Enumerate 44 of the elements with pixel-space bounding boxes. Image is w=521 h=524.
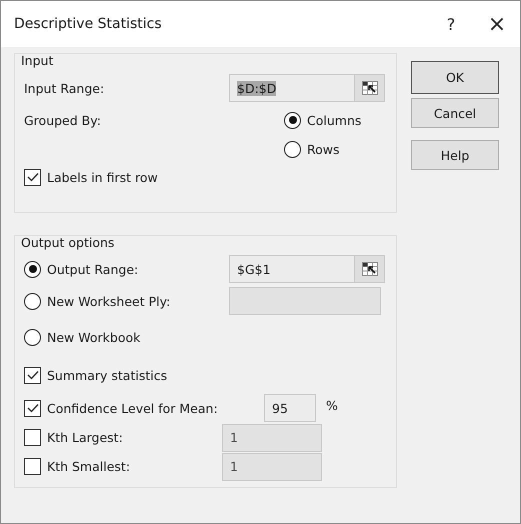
checkbox[interactable] bbox=[24, 429, 41, 446]
checkbox[interactable] bbox=[24, 366, 41, 384]
kth-value-field[interactable]: 1 bbox=[222, 424, 322, 452]
range-select-button[interactable] bbox=[354, 75, 384, 101]
radio-label: New Workbook bbox=[47, 330, 140, 344]
dialog-button[interactable]: Help bbox=[411, 140, 499, 170]
dialog-button[interactable]: OK bbox=[411, 61, 499, 94]
checkbox-label: Labels in first row bbox=[47, 170, 158, 184]
group-title: Output options bbox=[21, 235, 114, 252]
range-select-button[interactable] bbox=[354, 256, 384, 282]
group-title: Input bbox=[21, 53, 54, 70]
radio-button[interactable] bbox=[24, 328, 41, 346]
radio-button[interactable] bbox=[24, 292, 41, 310]
checkbox-label: Kth Smallest: bbox=[47, 459, 130, 474]
radio-label: Rows bbox=[307, 142, 340, 156]
kth-value-field[interactable]: 1 bbox=[222, 452, 322, 480]
radio-button[interactable] bbox=[284, 140, 301, 158]
output-range-field[interactable]: $G$1 bbox=[229, 255, 385, 283]
checkbox[interactable] bbox=[24, 400, 41, 416]
close-button[interactable]: × bbox=[474, 1, 520, 47]
radio-label: Output Range: bbox=[47, 262, 138, 276]
percent-unit: % bbox=[326, 398, 338, 412]
checkbox[interactable] bbox=[24, 458, 41, 475]
check-icon bbox=[26, 172, 38, 182]
window-title: Descriptive Statistics bbox=[14, 16, 163, 32]
confidence-level-field[interactable]: 95 bbox=[264, 394, 316, 422]
field-label: Grouped By: bbox=[24, 112, 102, 128]
check-icon bbox=[26, 403, 38, 413]
range-grid-icon bbox=[362, 81, 378, 95]
input-range-field[interactable]: $D:$D bbox=[229, 74, 385, 102]
help-button[interactable]: ? bbox=[428, 1, 474, 47]
radio-button[interactable] bbox=[24, 260, 41, 278]
check-icon bbox=[26, 370, 38, 380]
dialog-button[interactable]: Cancel bbox=[411, 98, 499, 128]
range-grid-icon bbox=[362, 262, 378, 276]
checkbox-label: Confidence Level for Mean: bbox=[47, 400, 218, 416]
worksheet-name-field[interactable] bbox=[229, 287, 381, 315]
checkbox-label: Summary statistics bbox=[47, 368, 168, 382]
radio-button[interactable] bbox=[284, 112, 301, 128]
field-label: Input Range: bbox=[24, 80, 106, 96]
checkbox-label: Kth Largest: bbox=[47, 430, 123, 445]
radio-label: Columns bbox=[307, 112, 362, 128]
checkbox[interactable] bbox=[24, 168, 41, 186]
radio-label: New Worksheet Ply: bbox=[47, 294, 170, 308]
